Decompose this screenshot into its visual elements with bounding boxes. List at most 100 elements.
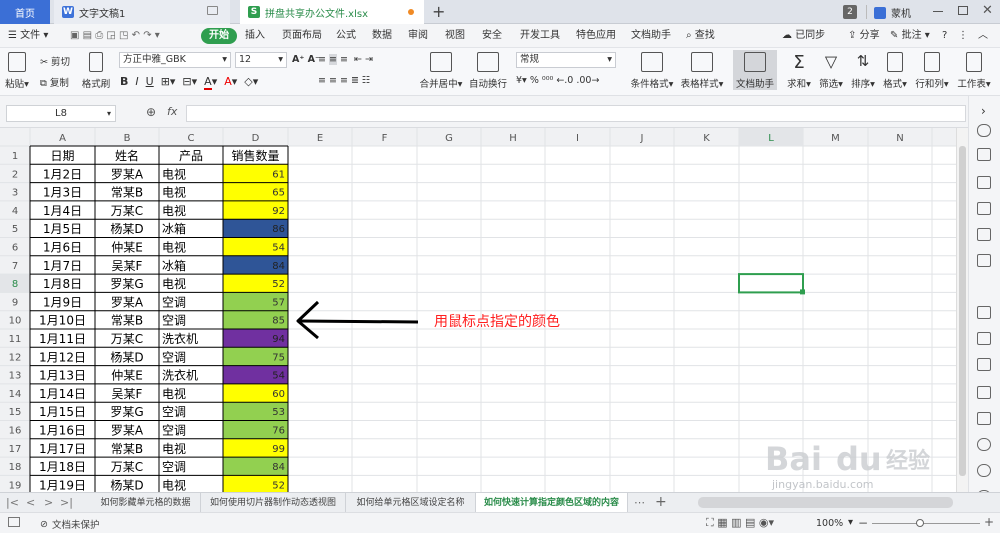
unsaved-dot-icon[interactable] bbox=[408, 9, 414, 15]
conditional-format-button[interactable]: 条件格式▾ bbox=[628, 52, 676, 90]
zoom-in-icon[interactable]: + bbox=[984, 515, 994, 529]
row-header-4[interactable]: 4 bbox=[12, 206, 18, 217]
font-size-select[interactable]: 12 ▾ bbox=[235, 52, 287, 68]
comment-button[interactable]: ✎ 批注 ▾ bbox=[890, 24, 930, 48]
cut-tool-icon[interactable] bbox=[977, 306, 991, 319]
tab-data[interactable]: 数据 bbox=[372, 24, 392, 48]
clock-icon[interactable] bbox=[977, 464, 991, 477]
qty-cell[interactable]: 61 bbox=[272, 169, 285, 180]
minimize-icon[interactable] bbox=[933, 11, 943, 12]
row-header-6[interactable]: 6 bbox=[12, 243, 18, 254]
formula-input[interactable] bbox=[186, 105, 966, 122]
qty-cell[interactable]: 57 bbox=[272, 297, 285, 308]
date-cell[interactable]: 1月5日 bbox=[43, 222, 82, 236]
grid-icon[interactable] bbox=[977, 202, 991, 215]
spreadsheet-grid[interactable]: A B C D E F G H I J K L M N 1 2 3 4 5 6 7 8 9 10 11 12 13 14 15 16 17 1… bbox=[0, 128, 968, 492]
zoom-level[interactable]: 100% bbox=[816, 518, 843, 529]
qty-cell[interactable]: 54 bbox=[272, 371, 285, 382]
sheet-tab-3[interactable]: 如何给单元格区域设定名称 bbox=[346, 493, 476, 513]
name-cell[interactable]: 常某B bbox=[111, 314, 143, 328]
vertical-align-buttons[interactable]: ≡ ≡ ≡ ⇤ ⇥ bbox=[318, 54, 373, 65]
row-header-16[interactable]: 16 bbox=[9, 426, 22, 437]
select-icon[interactable] bbox=[977, 148, 991, 161]
name-cell[interactable]: 罗某G bbox=[110, 277, 143, 291]
product-cell[interactable]: 空调 bbox=[162, 460, 186, 474]
tab-review[interactable]: 审阅 bbox=[408, 24, 428, 48]
name-cell[interactable]: 仲某E bbox=[111, 369, 143, 383]
collapse-arrow-icon[interactable]: › bbox=[981, 104, 986, 118]
column-header-F[interactable]: F bbox=[382, 133, 388, 144]
selected-cell-L8[interactable] bbox=[738, 273, 804, 294]
quick-access-icons[interactable]: ▣ ▤ ⎙ ◲ ◳ ↶ ↷ ▾ bbox=[70, 24, 160, 48]
date-cell[interactable]: 1月16日 bbox=[39, 424, 86, 438]
date-cell[interactable]: 1月12日 bbox=[39, 350, 86, 364]
image-icon[interactable] bbox=[977, 358, 991, 371]
column-header-D[interactable]: D bbox=[252, 133, 260, 144]
column-header-N[interactable]: N bbox=[896, 133, 903, 144]
format-painter-button[interactable]: 格式刷 bbox=[76, 52, 116, 90]
product-cell[interactable]: 空调 bbox=[162, 295, 186, 309]
product-cell[interactable]: 电视 bbox=[162, 441, 186, 456]
qty-cell[interactable]: 84 bbox=[272, 261, 285, 272]
filter-button[interactable]: ▽ 筛选▾ bbox=[816, 52, 846, 90]
column-header-B[interactable]: B bbox=[124, 133, 131, 144]
name-cell[interactable]: 杨某D bbox=[110, 349, 143, 364]
product-cell[interactable]: 电视 bbox=[162, 166, 186, 181]
user-account[interactable]: 蒙机 bbox=[874, 5, 911, 20]
name-cell[interactable]: 杨某D bbox=[110, 221, 143, 236]
document-tab[interactable]: W 文字文稿1 bbox=[54, 0, 230, 24]
tab-security[interactable]: 安全 bbox=[482, 24, 502, 48]
product-cell[interactable]: 电视 bbox=[162, 185, 186, 200]
first-sheet-icon[interactable]: |< bbox=[6, 496, 19, 509]
row-header-8[interactable]: 8 bbox=[12, 279, 18, 290]
qty-cell[interactable]: 53 bbox=[272, 407, 285, 418]
collapse-ribbon-icon[interactable]: ︿ bbox=[978, 24, 988, 48]
row-header-1[interactable]: 1 bbox=[12, 151, 18, 162]
spreadsheet-tab[interactable]: S 拼盘共享办公文件.xlsx bbox=[240, 0, 424, 24]
font-name-select[interactable]: 方正中雅_GBK ▾ bbox=[119, 52, 231, 68]
qty-cell[interactable]: 84 bbox=[272, 462, 285, 473]
date-cell[interactable]: 1月14日 bbox=[39, 387, 86, 401]
share-button[interactable]: ⇪ 分享 bbox=[848, 24, 880, 48]
product-cell[interactable]: 电视 bbox=[162, 386, 186, 401]
date-cell[interactable]: 1月15日 bbox=[39, 405, 86, 419]
name-cell[interactable]: 常某B bbox=[111, 186, 143, 200]
row-header-19[interactable]: 19 bbox=[9, 480, 22, 491]
qty-cell[interactable]: 65 bbox=[272, 188, 285, 199]
name-box[interactable]: L8 ▾ bbox=[6, 105, 116, 122]
column-header-K[interactable]: K bbox=[703, 133, 710, 144]
name-cell[interactable]: 吴某F bbox=[112, 259, 143, 273]
row-header-2[interactable]: 2 bbox=[12, 169, 18, 180]
add-sheet-icon[interactable]: + bbox=[655, 494, 667, 510]
row-header-15[interactable]: 15 bbox=[9, 407, 22, 418]
next-sheet-icon[interactable]: > bbox=[44, 496, 53, 509]
column-header-L[interactable]: L bbox=[768, 133, 774, 144]
number-format-buttons[interactable]: ¥▾ % ⁰⁰⁰ ←.0 .00→ bbox=[516, 75, 599, 86]
tab-doc-assistant[interactable]: 文档助手 bbox=[631, 24, 671, 48]
more-icon[interactable]: ⋮ bbox=[958, 24, 968, 48]
zoom-slider[interactable] bbox=[872, 523, 980, 524]
merge-center-button[interactable]: 合并居中▾ bbox=[416, 52, 466, 90]
row-header-7[interactable]: 7 bbox=[12, 261, 18, 272]
product-cell[interactable]: 空调 bbox=[162, 314, 186, 328]
name-cell[interactable]: 万某C bbox=[111, 460, 143, 474]
font-grow-icon[interactable]: A⁺ A⁻ bbox=[292, 54, 320, 65]
date-cell[interactable]: 1月6日 bbox=[43, 241, 82, 255]
name-cell[interactable]: 罗某A bbox=[111, 424, 144, 438]
row-header-9[interactable]: 9 bbox=[12, 297, 18, 308]
paste-button[interactable]: 粘贴▾ bbox=[2, 52, 32, 90]
product-cell[interactable]: 电视 bbox=[162, 240, 186, 255]
file-menu[interactable]: ☰ 文件 ▾ bbox=[8, 24, 48, 48]
list-icon[interactable] bbox=[977, 254, 991, 267]
row-header-3[interactable]: 3 bbox=[12, 188, 18, 199]
column-header-E[interactable]: E bbox=[317, 133, 323, 144]
sheet-tab-1[interactable]: 如何影藏单元格的数据 bbox=[91, 493, 201, 513]
close-icon[interactable]: ✕ bbox=[982, 3, 993, 18]
export-icon[interactable] bbox=[977, 412, 991, 425]
row-header-18[interactable]: 18 bbox=[9, 462, 22, 473]
search-box[interactable]: ⌕ 查找 bbox=[686, 24, 715, 48]
column-header-M[interactable]: M bbox=[831, 133, 840, 144]
font-style-buttons[interactable]: B I U ⊞▾ ⊟▾ A▾ A▾ ◇▾ bbox=[120, 75, 258, 90]
sync-button[interactable]: ☁ 已同步 bbox=[782, 24, 825, 48]
qty-cell[interactable]: 76 bbox=[272, 426, 285, 437]
